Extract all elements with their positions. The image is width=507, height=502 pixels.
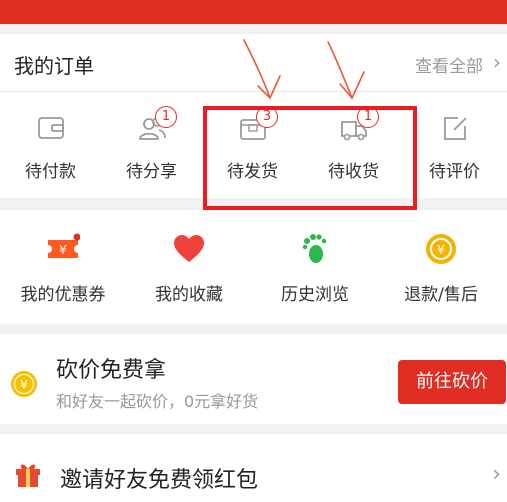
- coin-icon: ¥: [11, 371, 37, 397]
- chevron-right-icon: ›: [492, 462, 501, 487]
- services-card: ¥ 我的优惠券 我的收藏 历史浏览 ¥ 退款/售后: [0, 210, 507, 324]
- bargain-subtitle: 和好友一起砍价，0元拿好货: [56, 392, 259, 411]
- service-label: 我的收藏: [155, 285, 223, 305]
- my-favorites-entry[interactable]: 我的收藏: [126, 228, 252, 318]
- top-header-bar: [0, 0, 507, 24]
- wallet-icon: [38, 117, 64, 139]
- go-bargain-button[interactable]: 前往砍价: [398, 360, 506, 404]
- browsing-history-entry[interactable]: 历史浏览: [252, 228, 378, 318]
- my-coupons-entry[interactable]: ¥ 我的优惠券: [0, 228, 126, 318]
- order-status-pending-share[interactable]: 1 待分享: [101, 106, 202, 184]
- order-status-pending-payment[interactable]: 待付款: [0, 110, 101, 184]
- orders-title: 我的订单: [14, 54, 94, 78]
- order-status-label: 待分享: [126, 162, 177, 182]
- order-status-pending-review[interactable]: 待评价: [404, 110, 505, 184]
- gift-icon: [16, 464, 40, 487]
- annotation-highlight-box: [203, 106, 417, 210]
- annotation-arrow-icon: [243, 39, 281, 100]
- service-label: 我的优惠券: [20, 285, 106, 305]
- svg-text:¥: ¥: [20, 378, 28, 392]
- order-count-badge: 1: [155, 106, 177, 128]
- bargain-title: 砍价免费拿: [56, 358, 167, 383]
- coupon-icon: ¥: [48, 233, 80, 258]
- chevron-right-icon[interactable]: ›: [493, 50, 501, 74]
- invite-friends-row[interactable]: 邀请好友免费领红包 ›: [0, 434, 507, 502]
- edit-icon: [444, 117, 467, 140]
- svg-text:¥: ¥: [437, 243, 445, 257]
- bargain-promo-card: ¥ 砍价免费拿 和好友一起砍价，0元拿好货 前往砍价: [0, 334, 507, 424]
- svg-text:¥: ¥: [59, 243, 67, 257]
- annotation-arrow-icon: [327, 41, 365, 100]
- order-status-label: 待评价: [429, 162, 480, 182]
- heart-icon: [174, 235, 204, 262]
- invite-title: 邀请好友免费领红包: [60, 468, 259, 493]
- service-label: 历史浏览: [281, 285, 349, 305]
- refund-coin-icon: ¥: [426, 234, 456, 264]
- service-label: 退款/售后: [404, 285, 478, 305]
- footprint-icon: [302, 234, 327, 263]
- view-all-orders-link[interactable]: 查看全部: [415, 52, 483, 77]
- order-status-label: 待付款: [25, 162, 76, 182]
- refund-aftersales-entry[interactable]: ¥ 退款/售后: [378, 228, 504, 318]
